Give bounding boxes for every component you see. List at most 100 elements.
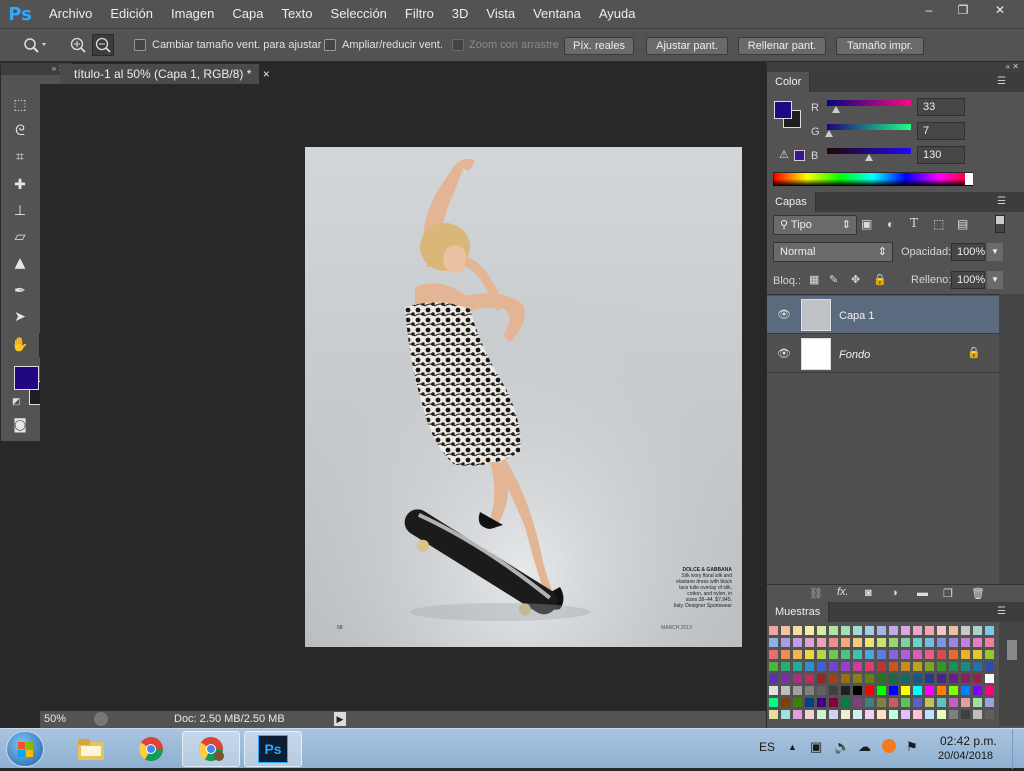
- color-swatch[interactable]: [913, 710, 922, 719]
- gamut-warning-icon[interactable]: ⚠: [779, 148, 789, 161]
- visibility-eye-icon[interactable]: 👁: [777, 347, 791, 360]
- color-swatch[interactable]: [829, 638, 838, 647]
- fx-icon[interactable]: fx.: [837, 586, 849, 598]
- color-swatch[interactable]: [925, 674, 934, 683]
- lock-all-icon[interactable]: 🔒: [873, 273, 887, 286]
- trash-icon[interactable]: 🗑: [971, 587, 985, 600]
- color-swatch[interactable]: [889, 686, 898, 695]
- color-swatch[interactable]: [925, 710, 934, 719]
- color-swatch[interactable]: [913, 626, 922, 635]
- lock-transparency-icon[interactable]: ▦: [809, 273, 819, 286]
- color-swatch[interactable]: [781, 662, 790, 671]
- color-swatch[interactable]: [937, 626, 946, 635]
- color-swatch[interactable]: [937, 710, 946, 719]
- fit-screen-button[interactable]: Ajustar pant.: [646, 37, 728, 55]
- color-swatch[interactable]: [877, 650, 886, 659]
- color-swatch[interactable]: [781, 710, 790, 719]
- color-swatch[interactable]: [913, 650, 922, 659]
- color-swatch[interactable]: [829, 686, 838, 695]
- color-swatch[interactable]: [901, 650, 910, 659]
- color-swatch[interactable]: [781, 674, 790, 683]
- document-photo[interactable]: DOLCE & GABBANA Silk ivory floral silk a…: [305, 147, 742, 647]
- color-swatch[interactable]: [805, 698, 814, 707]
- color-swatch[interactable]: [793, 650, 802, 659]
- tab-color[interactable]: Color: [767, 72, 811, 92]
- crop-tool-icon[interactable]: ⌗: [6, 145, 34, 169]
- color-swatch[interactable]: [961, 698, 970, 707]
- color-swatch[interactable]: [769, 698, 778, 707]
- layers-panel-menu-icon[interactable]: ☰: [997, 196, 1006, 207]
- color-swatch[interactable]: [769, 674, 778, 683]
- color-swatch[interactable]: [961, 650, 970, 659]
- color-swatch[interactable]: [973, 710, 982, 719]
- color-swatch[interactable]: [949, 626, 958, 635]
- clock-time[interactable]: 02:42 p.m.: [940, 734, 997, 748]
- color-swatch[interactable]: [949, 662, 958, 671]
- color-swatch[interactable]: [973, 626, 982, 635]
- zoom-tool-icon[interactable]: [20, 35, 50, 55]
- resize-windows-checkbox[interactable]: [134, 39, 146, 51]
- swatches-scrollbar[interactable]: [999, 622, 1024, 726]
- color-swatch[interactable]: [817, 686, 826, 695]
- color-swatch[interactable]: [769, 662, 778, 671]
- color-swatch[interactable]: [805, 638, 814, 647]
- restore-button[interactable]: ❐: [946, 0, 980, 20]
- show-desktop-button[interactable]: [1012, 729, 1024, 769]
- color-swatch[interactable]: [853, 650, 862, 659]
- color-swatch[interactable]: [769, 686, 778, 695]
- color-swatch[interactable]: [973, 638, 982, 647]
- menu-texto[interactable]: Texto: [272, 0, 321, 28]
- eraser-tool-icon[interactable]: ▱: [6, 225, 34, 249]
- color-swatch[interactable]: [829, 662, 838, 671]
- color-swatch[interactable]: [865, 650, 874, 659]
- swatches-panel-menu-icon[interactable]: ☰: [997, 606, 1006, 617]
- color-swatch[interactable]: [781, 650, 790, 659]
- color-swatch[interactable]: [865, 674, 874, 683]
- color-swatch[interactable]: [877, 638, 886, 647]
- color-swatch[interactable]: [949, 638, 958, 647]
- color-swatch[interactable]: [925, 686, 934, 695]
- color-swatch[interactable]: [937, 698, 946, 707]
- color-swatch[interactable]: [817, 650, 826, 659]
- menu-3d[interactable]: 3D: [443, 0, 478, 28]
- g-slider-handle[interactable]: [825, 130, 833, 137]
- fill-value[interactable]: 100%: [951, 271, 985, 289]
- color-swatch[interactable]: [925, 626, 934, 635]
- color-swatch[interactable]: [877, 710, 886, 719]
- action-center-flag-icon[interactable]: ⚑: [906, 739, 918, 755]
- color-swatch[interactable]: [973, 650, 982, 659]
- color-swatch[interactable]: [805, 662, 814, 671]
- color-swatch[interactable]: [889, 650, 898, 659]
- menu-ventana[interactable]: Ventana: [524, 0, 590, 28]
- r-slider-handle[interactable]: [832, 106, 840, 113]
- color-swatch[interactable]: [829, 710, 838, 719]
- menu-ayuda[interactable]: Ayuda: [590, 0, 645, 28]
- menu-filtro[interactable]: Filtro: [396, 0, 443, 28]
- color-swatch[interactable]: [985, 710, 994, 719]
- color-swatch[interactable]: [985, 662, 994, 671]
- color-swatch[interactable]: [877, 662, 886, 671]
- color-swatch[interactable]: [889, 698, 898, 707]
- color-swatch[interactable]: [781, 698, 790, 707]
- document-close-button[interactable]: ×: [263, 67, 270, 81]
- color-swatch[interactable]: [961, 662, 970, 671]
- color-swatch[interactable]: [925, 650, 934, 659]
- color-swatch[interactable]: [865, 638, 874, 647]
- menu-seleccion[interactable]: Selección: [322, 0, 396, 28]
- color-swatch[interactable]: [985, 650, 994, 659]
- tray-device-icon[interactable]: ▣: [810, 739, 822, 755]
- color-swatch[interactable]: [913, 674, 922, 683]
- hand-tool-icon[interactable]: ✋: [6, 333, 34, 357]
- color-swatch[interactable]: [961, 626, 970, 635]
- color-swatch[interactable]: [853, 710, 862, 719]
- default-colors-icon[interactable]: ◩: [12, 396, 21, 407]
- color-swatch[interactable]: [913, 698, 922, 707]
- filter-shape-icon[interactable]: ⬚: [933, 217, 944, 231]
- pen-tool-icon[interactable]: ✒: [6, 279, 34, 303]
- g-value[interactable]: 7: [917, 122, 965, 140]
- color-swatch[interactable]: [829, 626, 838, 635]
- color-swatch[interactable]: [841, 650, 850, 659]
- volume-icon[interactable]: 🔊: [834, 739, 850, 755]
- color-swatch[interactable]: [793, 662, 802, 671]
- tray-expand-icon[interactable]: ▲: [788, 742, 797, 752]
